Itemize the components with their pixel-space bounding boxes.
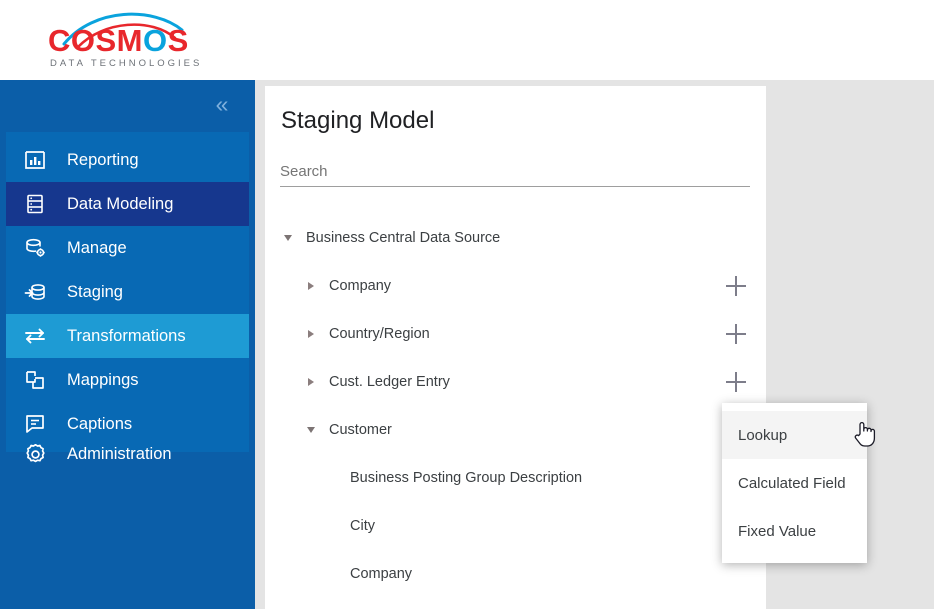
tree-node-label: Country/Region (329, 326, 430, 342)
search-input[interactable] (280, 158, 750, 184)
tree-row[interactable]: Business Posting Group Description (265, 454, 766, 502)
logo-word-suffix: S (167, 23, 189, 58)
tree-node-label: Business Central Data Source (306, 230, 501, 246)
tree-row[interactable]: Country/Region (265, 310, 766, 358)
sidebar-collapse-icon[interactable]: « (209, 92, 235, 118)
search-field-wrapper (280, 158, 750, 187)
logo-wordmark: COSMOS (48, 24, 212, 58)
tree-field-label: City (350, 518, 375, 534)
chevron-right-icon[interactable] (304, 327, 318, 341)
logo-word-prefix: COSM (48, 23, 143, 58)
tree-row[interactable]: Cust. Ledger Entry (265, 358, 766, 406)
chevron-right-icon[interactable] (304, 375, 318, 389)
main-card: Staging Model Business Central Data Sour… (265, 86, 766, 609)
page-title: Staging Model (281, 107, 435, 134)
logo-tagline: DATA TECHNOLOGIES (50, 58, 203, 69)
sidebar-item-label: Manage (67, 238, 127, 257)
tree-node-label: Company (329, 278, 392, 294)
gear-icon (16, 441, 54, 467)
menu-item-fixed-value[interactable]: Fixed Value (722, 507, 867, 555)
sidebar-item-manage[interactable]: Manage (6, 226, 249, 270)
sidebar-item-label: Staging (67, 282, 123, 301)
database-gear-icon (16, 235, 54, 261)
sidebar-item-reporting[interactable]: Reporting (6, 138, 249, 182)
top-logo-bar: COSMOS DATA TECHNOLOGIES (0, 0, 934, 80)
tree-field-label: Business Posting Group Description (350, 470, 583, 486)
tree-row[interactable]: Company (265, 262, 766, 310)
sidebar-item-label: Transformations (67, 326, 186, 345)
report-chart-icon (16, 147, 54, 173)
sidebar-item-label: Data Modeling (67, 194, 174, 213)
chevron-down-icon[interactable] (281, 231, 295, 245)
app-root: COSMOS DATA TECHNOLOGIES « Reporting Dat… (0, 0, 934, 609)
tree-row[interactable]: Business Central Data Source (265, 214, 766, 262)
cosmos-logo: COSMOS DATA TECHNOLOGIES (42, 8, 212, 72)
tree-node-label: Customer (329, 422, 392, 438)
tree-field-label: Company (350, 566, 413, 582)
sidebar-item-staging[interactable]: Staging (6, 270, 249, 314)
tree-row[interactable]: Company (265, 550, 766, 598)
sidebar-nav-group: Reporting Data Modeling Manage Staging T… (6, 132, 249, 452)
sidebar-item-label: Reporting (67, 150, 139, 169)
tree-row[interactable]: City (265, 502, 766, 550)
sidebar-item-label: Administration (67, 444, 172, 463)
sidebar-item-transformations[interactable]: Transformations (6, 314, 249, 358)
database-rows-icon (16, 191, 54, 217)
tree-node-label: Cust. Ledger Entry (329, 374, 450, 390)
sidebar-item-label: Captions (67, 414, 133, 433)
tree-row[interactable]: Customer (265, 406, 766, 454)
sidebar-item-data-modeling[interactable]: Data Modeling (6, 182, 249, 226)
overlapping-squares-icon (16, 367, 54, 393)
chevron-right-icon[interactable] (304, 279, 318, 293)
logo-word-blue-o: O (143, 23, 168, 58)
transformation-type-context-menu: Lookup Calculated Field Fixed Value (722, 403, 867, 563)
menu-item-lookup[interactable]: Lookup (722, 411, 867, 459)
add-transformation-button[interactable] (726, 372, 746, 392)
database-import-icon (16, 279, 54, 305)
menu-item-calculated-field[interactable]: Calculated Field (722, 459, 867, 507)
add-transformation-button[interactable] (726, 324, 746, 344)
sidebar-item-administration[interactable]: Administration (6, 432, 249, 476)
sidebar-item-mappings[interactable]: Mappings (6, 358, 249, 402)
swap-arrows-icon (16, 323, 54, 349)
sidebar: « Reporting Data Modeling Manage Staging… (0, 80, 255, 609)
add-transformation-button[interactable] (726, 276, 746, 296)
chevron-down-icon[interactable] (304, 423, 318, 437)
model-tree: Business Central Data Source Company Cou… (265, 214, 766, 609)
tree-row[interactable]: Country Name (265, 598, 766, 609)
sidebar-item-label: Mappings (67, 370, 139, 389)
